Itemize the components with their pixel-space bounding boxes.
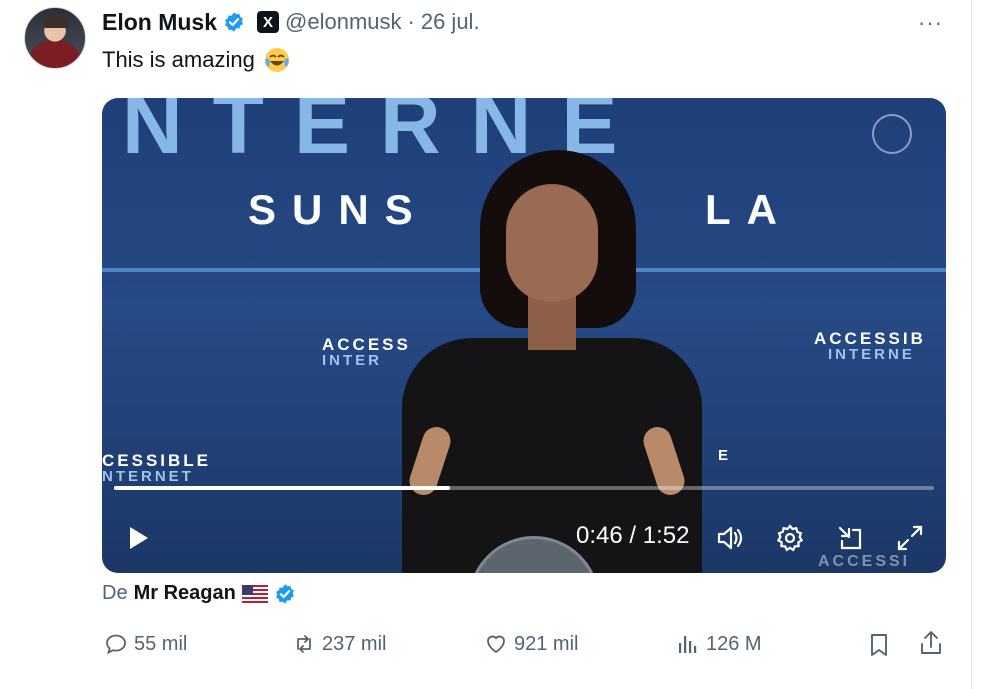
stage-text-accessible-right: ACCESSIB INTERNE xyxy=(814,330,926,362)
tweet-text-content: This is amazing xyxy=(102,47,255,72)
fullscreen-icon[interactable] xyxy=(894,522,926,554)
video-controls: 0:46 / 1:52 xyxy=(102,512,946,562)
views-count: 126 M xyxy=(706,632,762,655)
tweet-date[interactable]: 26 jul. xyxy=(421,9,480,35)
us-flag-icon xyxy=(241,584,268,603)
like-count: 921 mil xyxy=(514,632,579,655)
video-current-time: 0:46 xyxy=(576,522,623,549)
bookmark-icon[interactable] xyxy=(866,632,892,658)
video-player[interactable]: NTERNE SUNS LA ACCESS INTER ACCESSIB INT… xyxy=(102,98,946,573)
face-with-tears-of-joy-emoji-icon xyxy=(263,46,291,74)
bar-chart-icon xyxy=(679,636,697,653)
acc-right-sub: INTERNE xyxy=(828,346,915,363)
tweet-text: This is amazing xyxy=(102,46,291,74)
speaker-figure xyxy=(392,150,702,573)
tweet-header: Elon Musk X @elonmusk · 26 jul. xyxy=(102,8,480,36)
x-affiliation-icon: X xyxy=(257,11,280,33)
stage-text-e: E xyxy=(718,447,732,464)
seal-logo xyxy=(872,114,912,154)
video-progress-bar[interactable] xyxy=(114,486,934,490)
repost-count: 237 mil xyxy=(322,632,387,655)
source-user[interactable]: Mr Reagan xyxy=(134,582,236,605)
separator-dot: · xyxy=(407,9,415,34)
reply-count: 55 mil xyxy=(134,632,188,655)
stage-text-la: LA xyxy=(705,186,793,233)
video-source: De Mr Reagan xyxy=(102,582,296,605)
reply-button[interactable]: 55 mil xyxy=(104,632,187,656)
heart-icon xyxy=(487,635,505,654)
author-handle[interactable]: @elonmusk xyxy=(285,9,402,35)
avatar[interactable] xyxy=(24,7,86,69)
settings-gear-icon[interactable] xyxy=(774,522,806,554)
share-icon[interactable] xyxy=(918,630,944,656)
video-duration: 1:52 xyxy=(642,522,690,549)
acc-left-sub: NTERNET xyxy=(102,468,194,485)
stage-text-accessible-left: CESSIBLE NTERNET xyxy=(102,452,211,484)
author-name[interactable]: Elon Musk xyxy=(102,9,217,36)
picture-in-picture-icon[interactable] xyxy=(834,522,866,554)
tweet-card: Elon Musk X @elonmusk · 26 jul. ··· This… xyxy=(0,0,972,689)
more-options-icon[interactable]: ··· xyxy=(918,10,943,36)
video-time-separator: / xyxy=(622,522,643,549)
video-time: 0:46 / 1:52 xyxy=(576,522,689,550)
video-progress-fill xyxy=(114,486,451,490)
like-button[interactable]: 921 mil xyxy=(484,632,578,656)
verified-badge-icon xyxy=(223,11,245,33)
reply-icon xyxy=(106,634,126,655)
source-prefix: De xyxy=(102,582,128,604)
views-button[interactable]: 126 M xyxy=(676,632,762,656)
volume-icon[interactable] xyxy=(714,522,746,554)
play-icon[interactable] xyxy=(124,524,152,552)
repost-icon xyxy=(297,635,311,653)
repost-button[interactable]: 237 mil xyxy=(292,632,386,656)
source-verified-badge-icon xyxy=(274,583,296,605)
